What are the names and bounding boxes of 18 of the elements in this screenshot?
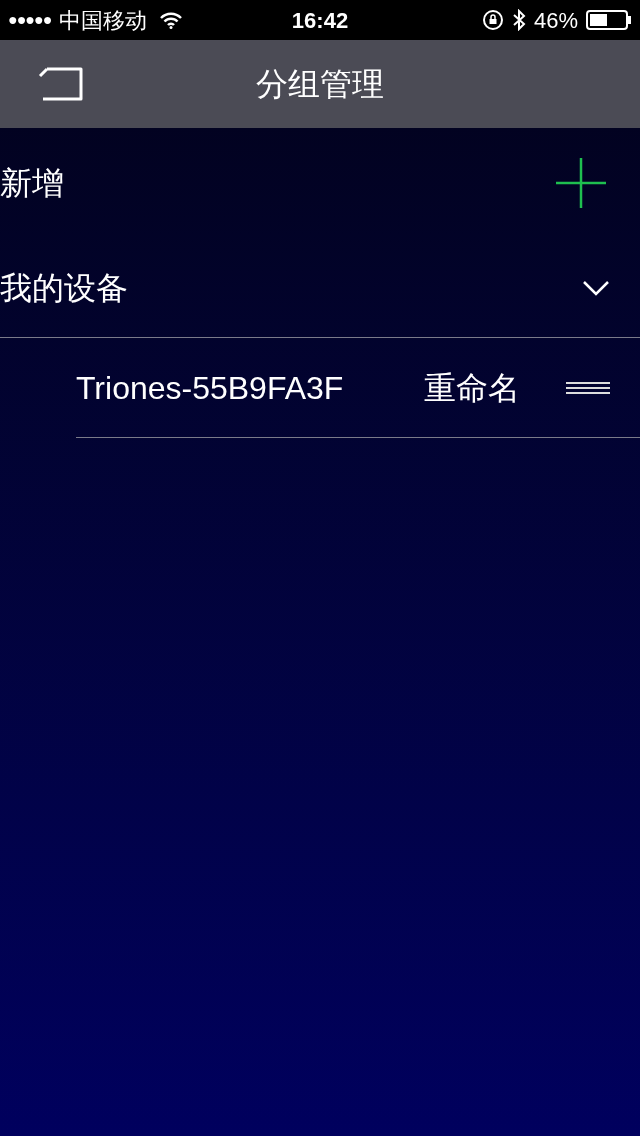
group-header[interactable]: 我的设备 <box>0 238 640 338</box>
battery-icon <box>586 10 632 30</box>
plus-icon <box>555 157 607 209</box>
bluetooth-icon <box>511 9 526 31</box>
group-label: 我的设备 <box>0 268 128 308</box>
drag-handle-icon[interactable] <box>566 380 610 395</box>
add-group-row[interactable]: 新增 <box>0 128 640 238</box>
signal-strength: ●●●●● <box>8 10 52 30</box>
page-title: 分组管理 <box>256 65 384 104</box>
battery-percentage: 46% <box>533 6 578 35</box>
clock: 16:42 <box>291 6 349 35</box>
back-icon <box>37 67 85 101</box>
add-label: 新增 <box>0 164 64 203</box>
carrier-name: 中国移动 <box>59 6 148 35</box>
rotation-lock-icon <box>481 9 504 31</box>
rename-button[interactable]: 重命名 <box>424 363 520 412</box>
wifi-icon <box>159 11 184 29</box>
device-name: Triones-55B9FA3F <box>76 368 345 408</box>
